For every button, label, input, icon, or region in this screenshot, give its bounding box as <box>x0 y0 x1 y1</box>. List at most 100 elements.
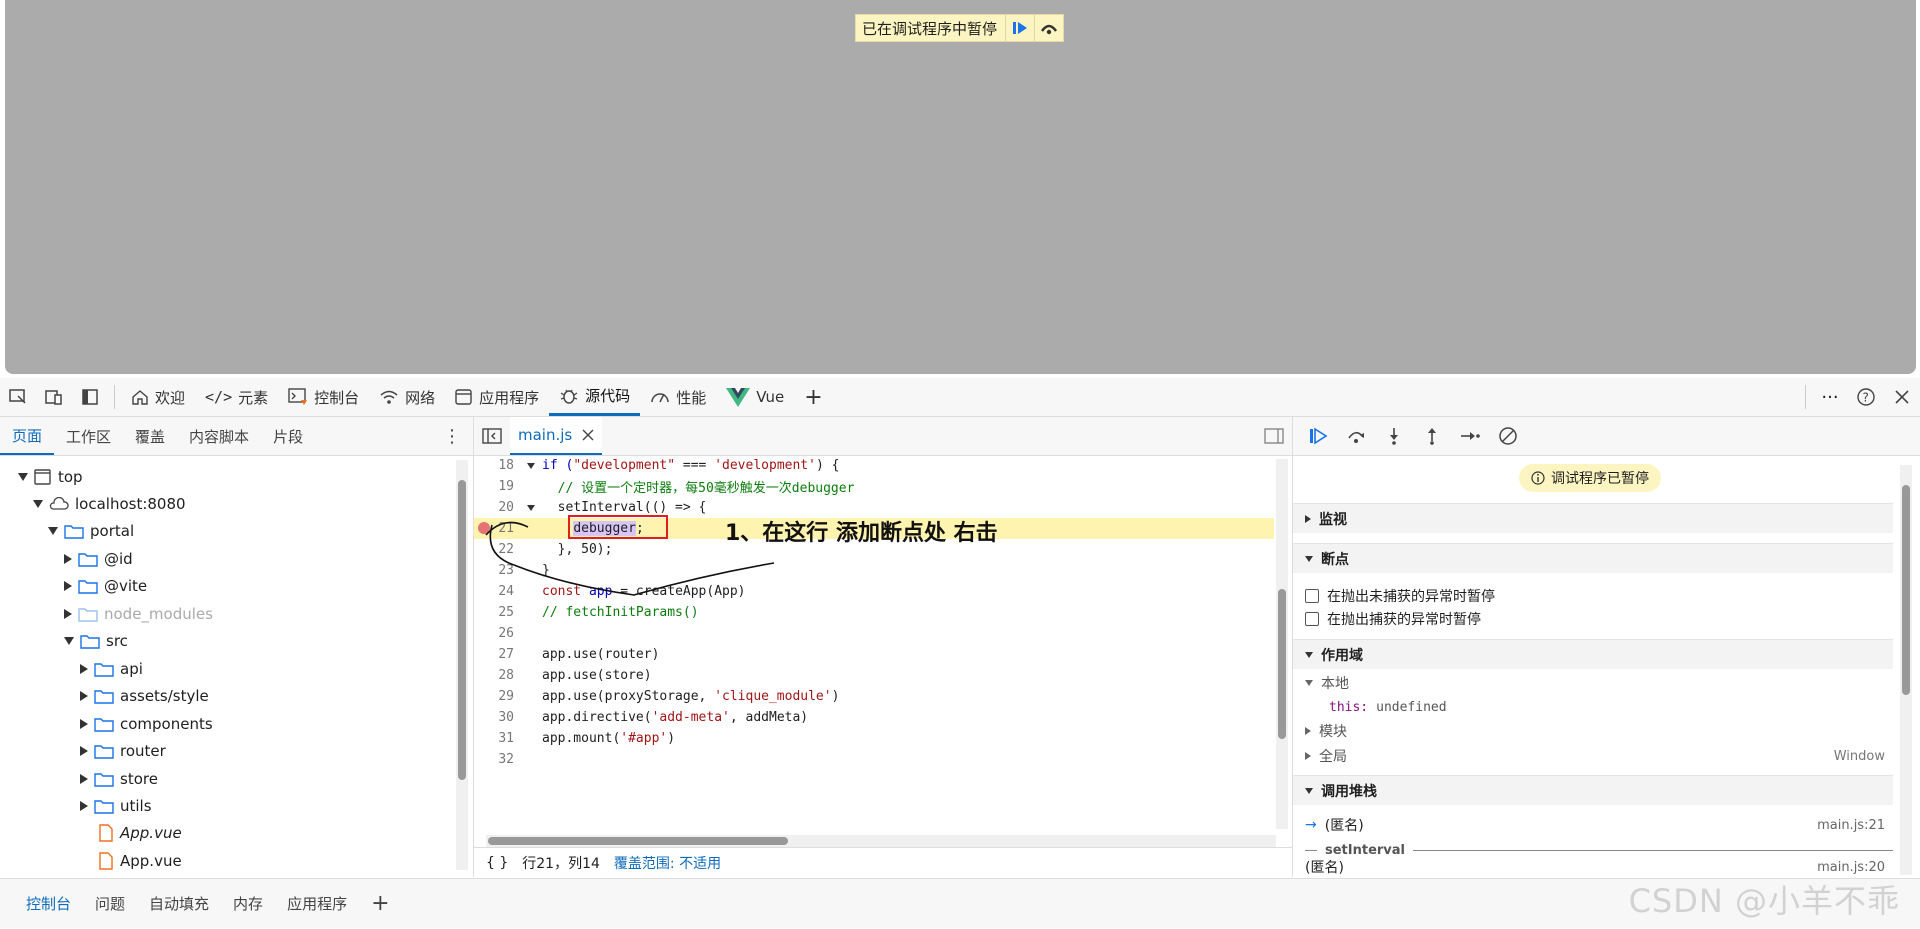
tab-application[interactable]: 应用程序 <box>445 378 549 416</box>
tab-vue[interactable]: Vue <box>716 378 794 416</box>
toggle-debugger-icon[interactable] <box>1256 417 1292 455</box>
scope-this-row[interactable]: this: undefined <box>1293 695 1893 719</box>
tree-item-store[interactable]: store <box>80 766 158 792</box>
tab-elements[interactable]: </> 元素 <box>195 378 278 416</box>
editor-scroll-thumb-h[interactable] <box>488 837 788 845</box>
scope-value: undefined <box>1376 699 1447 715</box>
step-out-button[interactable] <box>1415 419 1449 453</box>
section-scope[interactable]: 作用域 <box>1293 639 1893 669</box>
tree-item-top[interactable]: top <box>18 464 83 490</box>
tab-vue-label: Vue <box>756 388 785 406</box>
drawer-tab-autofill[interactable]: 自动填充 <box>137 879 221 929</box>
expand-right-icon <box>80 691 88 701</box>
device-emulation-icon[interactable] <box>36 378 72 416</box>
expand-right-icon <box>80 719 88 729</box>
tab-network[interactable]: 网络 <box>369 378 445 416</box>
drawer-add-tab-button[interactable]: + <box>359 879 401 929</box>
expand-right-icon <box>1305 752 1311 760</box>
debugger-scroll-thumb[interactable] <box>1902 485 1910 695</box>
scope-local-label: 本地 <box>1321 676 1349 692</box>
close-tab-icon[interactable] <box>582 429 594 441</box>
callstack-frame[interactable]: (匿名) main.js:20 <box>1293 857 1893 877</box>
pause-caught-option[interactable]: 在抛出捕获的异常时暂停 <box>1293 607 1893 631</box>
section-breakpoints[interactable]: 断点 <box>1293 543 1893 573</box>
tree-item-app-vue-2[interactable]: App.vue <box>98 848 182 874</box>
toolbar-right-tools: ··· ? <box>1799 378 1920 416</box>
nav-tab-workspace[interactable]: 工作区 <box>54 417 123 455</box>
tab-sources[interactable]: 源代码 <box>549 378 641 416</box>
nav-tab-overrides[interactable]: 覆盖 <box>123 417 177 455</box>
expand-down-icon <box>64 637 74 645</box>
nav-tab-page[interactable]: 页面 <box>0 417 55 455</box>
callstack-frame-active[interactable]: → (匿名) main.js:21 <box>1293 813 1893 837</box>
checkbox[interactable] <box>1305 589 1319 603</box>
section-watch[interactable]: 监视 <box>1293 503 1893 533</box>
navigator-scroll-thumb[interactable] <box>458 480 466 780</box>
deactivate-breakpoints-button[interactable] <box>1491 419 1525 453</box>
tab-console[interactable]: 控制台 <box>278 378 369 416</box>
resume-button[interactable] <box>1301 419 1335 453</box>
tree-item-host[interactable]: localhost:8080 <box>33 491 186 517</box>
tree-item-api[interactable]: api <box>80 656 143 682</box>
expand-down-icon <box>1305 680 1313 686</box>
editor-scroll-thumb-v[interactable] <box>1278 589 1286 739</box>
tree-label: localhost:8080 <box>75 495 186 513</box>
tab-application-label: 应用程序 <box>479 388 540 407</box>
pretty-print-button[interactable]: { } <box>486 855 508 871</box>
editor-horizontal-scrollbar[interactable] <box>486 835 1276 847</box>
dock-side-icon[interactable] <box>72 378 108 416</box>
scope-local[interactable]: 本地 <box>1293 671 1893 695</box>
tree-item-assets[interactable]: assets/style <box>80 683 209 709</box>
tree-item-node-modules[interactable]: node_modules <box>64 601 213 627</box>
more-vertical-icon[interactable]: ⋮ <box>431 417 473 455</box>
nav-tab-snippets[interactable]: 片段 <box>261 417 315 455</box>
tree-item-components[interactable]: components <box>80 711 213 737</box>
section-title: 作用域 <box>1321 647 1363 664</box>
drawer-tab-console[interactable]: 控制台 <box>14 879 83 929</box>
expand-right-icon <box>1305 514 1311 523</box>
frame-location[interactable]: main.js:21 <box>1817 818 1893 833</box>
tree-item-id[interactable]: @id <box>64 546 133 572</box>
debugger-scrollbar[interactable] <box>1900 465 1912 875</box>
nav-tab-content-scripts[interactable]: 内容脚本 <box>177 417 261 455</box>
add-panel-button[interactable]: + <box>794 378 832 416</box>
tree-item-src[interactable]: src <box>64 628 128 654</box>
step-over-icon[interactable] <box>1034 15 1063 41</box>
tree-item-app-vue[interactable]: App.vue <box>98 820 182 846</box>
section-title: 监视 <box>1319 511 1347 528</box>
pause-uncaught-option[interactable]: 在抛出未捕获的异常时暂停 <box>1293 584 1893 608</box>
tree-item-portal[interactable]: portal <box>48 518 134 544</box>
drawer-tab-application[interactable]: 应用程序 <box>275 879 359 929</box>
section-callstack[interactable]: 调用堆栈 <box>1293 775 1893 805</box>
step-into-button[interactable] <box>1377 419 1411 453</box>
step-over-button[interactable] <box>1339 419 1373 453</box>
tree-label: portal <box>90 522 135 540</box>
scope-global[interactable]: 全局 Window <box>1293 744 1893 768</box>
navigator-scrollbar[interactable] <box>456 460 468 870</box>
close-devtools-icon[interactable] <box>1884 378 1920 416</box>
step-button[interactable] <box>1453 419 1487 453</box>
tab-performance[interactable]: 性能 <box>640 378 716 416</box>
checkbox[interactable] <box>1305 612 1319 626</box>
inspect-element-icon[interactable] <box>0 378 36 416</box>
tree-item-utils[interactable]: utils <box>80 793 152 819</box>
tree-label: utils <box>120 797 152 815</box>
editor-vertical-scrollbar[interactable] <box>1276 459 1288 829</box>
sources-navigator: 页面 工作区 覆盖 内容脚本 片段 ⋮ top localhost:8080 p… <box>0 417 474 877</box>
folder-icon <box>94 690 114 704</box>
tab-performance-label: 性能 <box>676 388 707 407</box>
help-icon[interactable]: ? <box>1848 378 1884 416</box>
coverage-status[interactable]: 覆盖范围: 不适用 <box>614 853 721 873</box>
tab-welcome[interactable]: 欢迎 <box>121 378 195 416</box>
tree-item-router[interactable]: router <box>80 738 166 764</box>
drawer-tab-memory[interactable]: 内存 <box>221 879 275 929</box>
frame-location[interactable]: main.js:20 <box>1817 860 1893 875</box>
editor-tab-label: main.js <box>518 426 573 444</box>
drawer-tab-issues[interactable]: 问题 <box>83 879 137 929</box>
toggle-navigator-icon[interactable] <box>474 417 510 455</box>
resume-icon[interactable] <box>1005 15 1034 41</box>
scope-module[interactable]: 模块 <box>1293 719 1893 743</box>
tree-item-vite[interactable]: @vite <box>64 573 147 599</box>
more-options-icon[interactable]: ··· <box>1812 378 1848 416</box>
editor-tab-main-js[interactable]: main.js <box>510 417 603 455</box>
